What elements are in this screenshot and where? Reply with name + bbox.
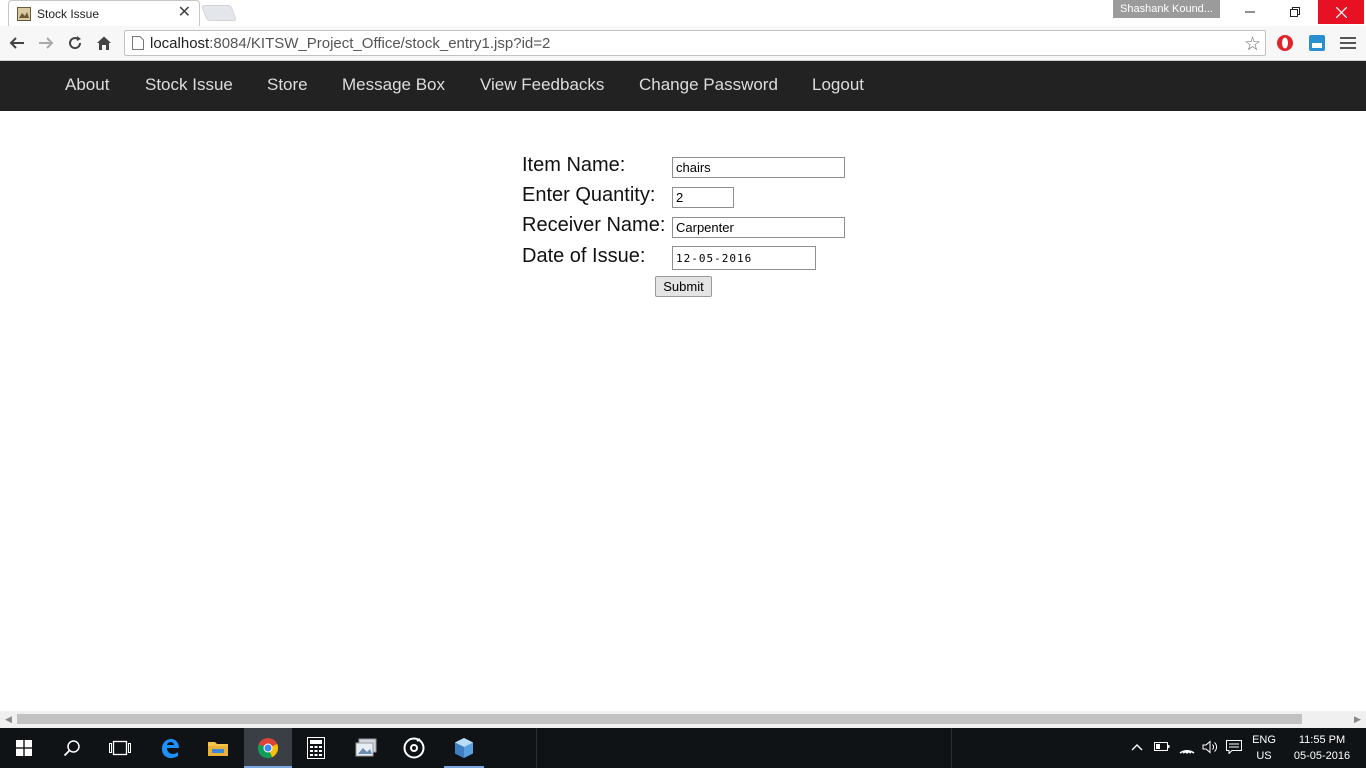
- minimize-icon: [1245, 11, 1255, 13]
- calculator-taskbar-button[interactable]: [292, 728, 340, 768]
- horizontal-scrollbar[interactable]: ◀ ▶: [0, 711, 1366, 728]
- browser-toolbar: localhost:8084/KITSW_Project_Office/stoc…: [0, 26, 1366, 61]
- quantity-label: Enter Quantity:: [522, 184, 656, 206]
- nav-view-feedbacks[interactable]: View Feedbacks: [480, 75, 604, 95]
- url-text: localhost:8084/KITSW_Project_Office/stoc…: [150, 35, 550, 52]
- scrollbar-thumb[interactable]: [17, 714, 1302, 724]
- virtualbox-taskbar-button[interactable]: [440, 728, 488, 768]
- input-language-indicator[interactable]: ENG US: [1250, 732, 1278, 764]
- file-explorer-taskbar-button[interactable]: [194, 728, 242, 768]
- page-favicon-icon: [17, 6, 31, 21]
- nav-store[interactable]: Store: [267, 75, 308, 95]
- receiver-name-input[interactable]: [672, 217, 845, 238]
- page-icon: [132, 36, 144, 50]
- close-window-button[interactable]: [1318, 0, 1364, 24]
- browser-tab[interactable]: Stock Issue ✕: [8, 0, 200, 26]
- notifications-icon[interactable]: [1226, 740, 1242, 757]
- photos-taskbar-button[interactable]: [342, 728, 390, 768]
- lang-line1: ENG: [1252, 734, 1276, 746]
- chrome-taskbar-button[interactable]: [244, 728, 292, 768]
- quantity-input[interactable]: [672, 187, 734, 208]
- edge-icon: [162, 739, 179, 758]
- nav-logout[interactable]: Logout: [812, 75, 864, 95]
- forward-arrow-icon: [39, 37, 54, 49]
- taskbar-divider: [536, 728, 537, 768]
- item-name-input[interactable]: [672, 157, 845, 178]
- chrome-icon: [257, 738, 279, 759]
- menu-icon[interactable]: [1340, 36, 1356, 50]
- url-host: localhost: [150, 35, 210, 52]
- clock-date: 05-05-2016: [1293, 750, 1351, 762]
- close-icon: [1335, 6, 1347, 18]
- battery-icon[interactable]: [1154, 740, 1170, 755]
- screenshot-extension-icon[interactable]: [1308, 34, 1326, 52]
- receiver-name-label: Receiver Name:: [522, 214, 666, 236]
- screen: Stock Issue ✕ Shashank Kound... localhos…: [0, 0, 1366, 768]
- task-view-button[interactable]: [96, 728, 144, 768]
- clock-time: 11:55 PM: [1298, 734, 1346, 746]
- search-button[interactable]: [48, 728, 96, 768]
- item-name-label: Item Name:: [522, 154, 626, 176]
- tab-title: Stock Issue: [37, 6, 100, 21]
- reload-button[interactable]: [64, 32, 86, 54]
- submit-button[interactable]: Submit: [655, 276, 712, 297]
- wifi-icon[interactable]: [1179, 740, 1195, 757]
- back-arrow-icon: [9, 37, 24, 49]
- tab-close-icon[interactable]: ✕: [178, 5, 191, 21]
- restore-button[interactable]: [1272, 0, 1318, 24]
- calculator-icon: [307, 737, 325, 759]
- scroll-right-icon[interactable]: ▶: [1354, 714, 1361, 725]
- opera-extension-icon[interactable]: [1276, 34, 1294, 52]
- photos-icon: [355, 738, 377, 757]
- lang-line2: US: [1256, 750, 1272, 762]
- bookmark-star-icon[interactable]: ☆: [1244, 33, 1261, 56]
- minimize-button[interactable]: [1227, 0, 1273, 24]
- taskbar-divider: [951, 728, 952, 768]
- home-icon: [97, 36, 111, 50]
- nav-message-box[interactable]: Message Box: [342, 75, 445, 95]
- taskbar: ENG US 11:55 PM 05-05-2016: [0, 728, 1366, 768]
- groove-music-taskbar-button[interactable]: [390, 728, 438, 768]
- browser-titlebar: Stock Issue ✕ Shashank Kound...: [0, 0, 1366, 26]
- forward-button[interactable]: [35, 32, 57, 54]
- back-button[interactable]: [6, 32, 28, 54]
- date-of-issue-input[interactable]: [672, 246, 816, 270]
- scroll-left-icon[interactable]: ◀: [5, 714, 12, 725]
- nav-stock-issue[interactable]: Stock Issue: [145, 75, 233, 95]
- volume-icon[interactable]: [1202, 740, 1218, 757]
- edge-taskbar-button[interactable]: [146, 728, 194, 768]
- show-hidden-icons-icon[interactable]: [1131, 740, 1143, 755]
- nav-about[interactable]: About: [65, 75, 109, 95]
- address-bar[interactable]: localhost:8084/KITSW_Project_Office/stoc…: [124, 30, 1266, 56]
- new-tab-button[interactable]: [201, 5, 237, 21]
- start-button[interactable]: [0, 728, 48, 768]
- profile-button[interactable]: Shashank Kound...: [1113, 0, 1220, 18]
- search-icon: [63, 740, 80, 757]
- system-clock[interactable]: 11:55 PM 05-05-2016: [1288, 732, 1356, 764]
- restore-icon: [1290, 7, 1300, 17]
- windows-logo-icon: [16, 740, 32, 756]
- site-navbar: About Stock Issue Store Message Box View…: [0, 61, 1366, 111]
- music-disc-icon: [403, 737, 425, 759]
- folder-icon: [208, 742, 228, 756]
- url-path: :8084/KITSW_Project_Office/stock_entry1.…: [209, 35, 551, 52]
- date-of-issue-label: Date of Issue:: [522, 245, 646, 267]
- reload-icon: [69, 36, 82, 50]
- task-view-icon: [109, 740, 131, 756]
- nav-change-password[interactable]: Change Password: [639, 75, 778, 95]
- virtualbox-cube-icon: [455, 738, 473, 758]
- home-button[interactable]: [93, 32, 115, 54]
